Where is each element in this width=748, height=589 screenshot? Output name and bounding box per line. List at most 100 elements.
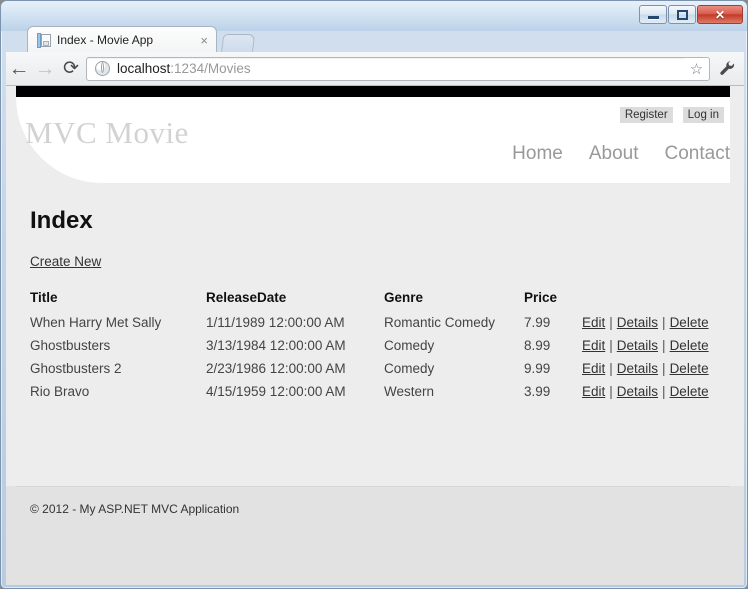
- browser-toolbar: ← → ⟳ localhost:1234/Movies ☆: [6, 52, 744, 86]
- browser-tab[interactable]: Index - Movie App ×: [27, 26, 217, 53]
- edit-link[interactable]: Edit: [582, 361, 605, 376]
- close-button[interactable]: ✕: [697, 5, 743, 24]
- new-tab-button[interactable]: [220, 34, 256, 54]
- top-black-bar: [16, 86, 730, 97]
- delete-link[interactable]: Delete: [670, 361, 709, 376]
- footer-inner: © 2012 - My ASP.NET MVC Application: [6, 486, 744, 518]
- column-header-title: Title: [30, 290, 58, 305]
- site-nav: Home About Contact: [512, 143, 730, 165]
- close-icon: ✕: [714, 7, 726, 22]
- column-header-genre: Genre: [384, 290, 424, 305]
- edit-link[interactable]: Edit: [582, 384, 605, 399]
- column-header-price: Price: [524, 290, 558, 305]
- column-header-actions: [582, 290, 705, 311]
- cell-release: 1/11/1989 12:00:00 AM: [206, 315, 345, 330]
- footer-divider: [16, 486, 730, 487]
- column-header-release: ReleaseDate: [206, 290, 287, 305]
- table-row: Rio Bravo 4/15/1959 12:00:00 AM Western …: [30, 380, 709, 403]
- star-icon: ☆: [689, 60, 704, 78]
- arrow-left-icon: ←: [8, 57, 30, 80]
- tab-title: Index - Movie App: [57, 33, 154, 47]
- action-separator: |: [609, 338, 613, 353]
- page-title: Index: [30, 207, 93, 234]
- back-button[interactable]: ←: [6, 56, 32, 82]
- cell-price: 7.99: [524, 315, 551, 330]
- maximize-button[interactable]: [668, 5, 696, 24]
- nav-about[interactable]: About: [589, 143, 639, 165]
- minimize-icon: [647, 16, 659, 19]
- table-body: When Harry Met Sally 1/11/1989 12:00:00 …: [30, 311, 709, 403]
- site-brand[interactable]: MVC Movie: [25, 115, 189, 151]
- edit-link[interactable]: Edit: [582, 338, 605, 353]
- minimize-button[interactable]: [639, 5, 667, 24]
- settings-button[interactable]: [714, 56, 740, 82]
- table-row: Ghostbusters 2 2/23/1986 12:00:00 AM Com…: [30, 357, 709, 380]
- action-separator: |: [662, 315, 666, 330]
- login-link[interactable]: Log in: [682, 107, 724, 123]
- cell-price: 9.99: [524, 361, 551, 376]
- nav-contact[interactable]: Contact: [665, 143, 730, 165]
- cell-release: 4/15/1959 12:00:00 AM: [206, 384, 346, 399]
- web-page: MVC Movie Register Log in Home About Con…: [6, 86, 744, 486]
- bookmark-button[interactable]: ☆: [684, 56, 710, 81]
- details-link[interactable]: Details: [617, 361, 658, 376]
- address-path: :1234/Movies: [170, 61, 251, 76]
- action-separator: |: [662, 338, 666, 353]
- window-controls: ✕: [639, 5, 743, 24]
- address-host: localhost: [117, 61, 171, 76]
- cell-price: 3.99: [524, 384, 551, 399]
- cell-genre: Romantic Comedy: [384, 315, 496, 330]
- cell-genre: Comedy: [384, 338, 435, 353]
- action-separator: |: [609, 315, 613, 330]
- delete-link[interactable]: Delete: [670, 338, 709, 353]
- cell-release: 3/13/1984 12:00:00 AM: [206, 338, 346, 353]
- address-bar[interactable]: localhost:1234/Movies: [86, 56, 686, 81]
- maximize-icon: [676, 9, 688, 20]
- tab-close-icon[interactable]: ×: [198, 34, 210, 47]
- movies-table: Title ReleaseDate Genre Price When Harry…: [30, 290, 709, 403]
- arrow-right-icon: →: [34, 57, 56, 80]
- action-separator: |: [662, 384, 666, 399]
- details-link[interactable]: Details: [617, 315, 658, 330]
- create-new-link[interactable]: Create New: [30, 254, 101, 269]
- footer-copyright: © 2012 - My ASP.NET MVC Application: [30, 502, 240, 516]
- action-separator: |: [609, 384, 613, 399]
- action-separator: |: [609, 361, 613, 376]
- edit-link[interactable]: Edit: [582, 315, 605, 330]
- reload-button[interactable]: ⟳: [58, 56, 84, 82]
- details-link[interactable]: Details: [617, 338, 658, 353]
- tab-strip: Index - Movie App ×: [1, 23, 747, 54]
- page-viewport: MVC Movie Register Log in Home About Con…: [6, 86, 744, 585]
- cell-actions: Edit | Details | Delete: [582, 334, 709, 357]
- delete-link[interactable]: Delete: [670, 315, 709, 330]
- document-icon: [37, 32, 51, 48]
- table-row: When Harry Met Sally 1/11/1989 12:00:00 …: [30, 311, 709, 334]
- site-header: MVC Movie Register Log in Home About Con…: [16, 97, 730, 183]
- delete-link[interactable]: Delete: [670, 384, 709, 399]
- auth-links: Register Log in: [619, 107, 724, 123]
- cell-title: Rio Bravo: [30, 384, 90, 399]
- page-content: Index Create New Title ReleaseDate Genre…: [6, 183, 744, 403]
- cell-genre: Comedy: [384, 361, 435, 376]
- cell-price: 8.99: [524, 338, 551, 353]
- cell-genre: Western: [384, 384, 435, 399]
- cell-title: Ghostbusters 2: [30, 361, 122, 376]
- cell-actions: Edit | Details | Delete: [582, 311, 709, 334]
- details-link[interactable]: Details: [617, 384, 658, 399]
- register-link[interactable]: Register: [619, 107, 673, 123]
- cell-title: Ghostbusters: [30, 338, 111, 353]
- table-row: Ghostbusters 3/13/1984 12:00:00 AM Comed…: [30, 334, 709, 357]
- cell-actions: Edit | Details | Delete: [582, 357, 709, 380]
- forward-button[interactable]: →: [32, 56, 58, 82]
- nav-home[interactable]: Home: [512, 143, 563, 165]
- cell-release: 2/23/1986 12:00:00 AM: [206, 361, 346, 376]
- globe-icon: [95, 61, 110, 76]
- wrench-icon: [719, 61, 734, 75]
- action-separator: |: [662, 361, 666, 376]
- cell-title: When Harry Met Sally: [30, 315, 162, 330]
- cell-actions: Edit | Details | Delete: [582, 380, 709, 403]
- table-head: Title ReleaseDate Genre Price: [30, 290, 705, 311]
- browser-window: ✕ Index - Movie App × ← → ⟳ localhost:12…: [0, 0, 748, 589]
- table-header-row: Title ReleaseDate Genre Price: [30, 290, 705, 311]
- address-text: localhost:1234/Movies: [117, 61, 251, 76]
